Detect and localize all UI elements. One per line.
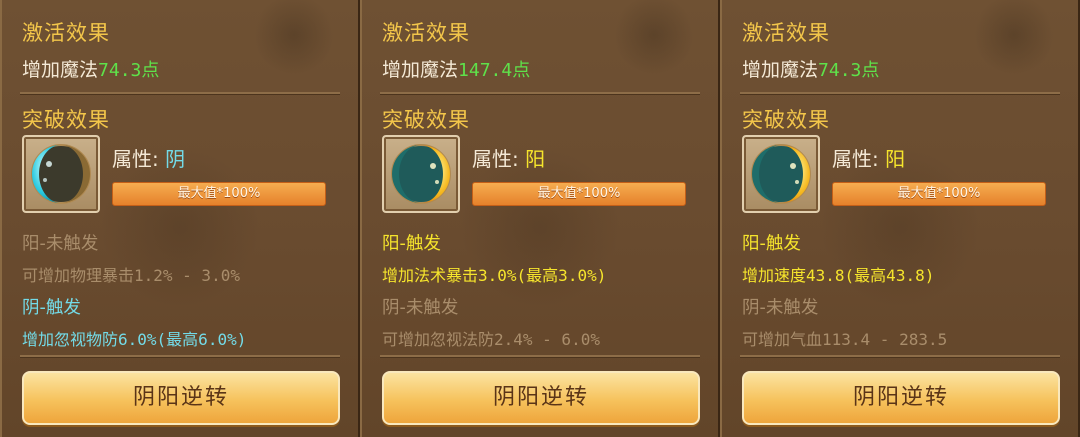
max-value-bar: 最大值*100% [832,182,1046,206]
effect-max-highlight: (最高3.0%) [516,266,607,285]
max-value-bar: 最大值*100% [472,182,686,206]
activation-value: 147.4点 [458,60,531,81]
yin-moon-icon [22,135,100,213]
attribute-line: 属性: 阴 [112,143,185,172]
effect-2-desc: 增加忽视物防6.0%(最高6.0%) [22,326,246,350]
effect-1-title: 阳-触发 [382,234,441,254]
activation-value: 74.3点 [98,60,160,81]
divider [20,355,340,358]
effect-desc-text: 可增加忽视法防2.4% - 6.0% [382,330,600,349]
effect-2-title: 阴-未触发 [382,298,459,318]
effect-panel-1: 激活效果 增加魔法74.3点 突破效果 属性: 阴 最大值*100% 阳-未触发… [0,0,360,437]
breakthrough-title: 突破效果 [382,108,470,132]
yang-moon-icon [742,135,820,213]
effect-max-highlight: (最高43.8) [844,266,935,285]
effect-2-title: 阴-触发 [22,298,81,318]
divider [740,355,1060,358]
activation-title: 激活效果 [382,21,470,45]
effect-panel-2: 激活效果 增加魔法147.4点 突破效果 属性: 阳 最大值*100% 阳-触发… [360,0,720,437]
yin-yang-reverse-button[interactable]: 阴阳逆转 [22,371,340,425]
attribute-line: 属性: 阳 [472,143,545,172]
activation-effect: 增加魔法74.3点 [22,55,159,82]
attribute-label: 属性: [112,147,166,171]
effect-desc-text: 增加忽视物防6.0% [22,330,157,349]
activation-effect: 增加魔法147.4点 [382,55,530,82]
breakthrough-title: 突破效果 [742,108,830,132]
activation-prefix: 增加魔法 [382,59,459,81]
divider [380,355,700,358]
effect-max-highlight: (最高6.0%) [156,330,247,349]
activation-prefix: 增加魔法 [742,59,819,81]
activation-value: 74.3点 [818,60,880,81]
breakthrough-title: 突破效果 [22,108,110,132]
attribute-value: 阳 [885,147,906,171]
attribute-value: 阴 [165,147,186,171]
attribute-label: 属性: [472,147,526,171]
activation-prefix: 增加魔法 [22,59,99,81]
effect-2-title: 阴-未触发 [742,298,819,318]
activation-effect: 增加魔法74.3点 [742,55,879,82]
effect-1-desc: 增加法术暴击3.0%(最高3.0%) [382,262,606,286]
yin-yang-reverse-button[interactable]: 阴阳逆转 [742,371,1060,425]
effect-1-title: 阳-未触发 [22,234,99,254]
equipment-effect-panels: 激活效果 增加魔法74.3点 突破效果 属性: 阴 最大值*100% 阳-未触发… [0,0,1080,437]
effect-2-desc: 可增加忽视法防2.4% - 6.0% [382,326,600,350]
attribute-value: 阳 [525,147,546,171]
max-value-bar: 最大值*100% [112,182,326,206]
effect-desc-text: 可增加气血113.4 - 283.5 [742,330,948,349]
yang-moon-icon [382,135,460,213]
activation-title: 激活效果 [22,21,110,45]
divider [740,92,1060,95]
divider [380,92,700,95]
effect-panel-3: 激活效果 增加魔法74.3点 突破效果 属性: 阳 最大值*100% 阳-触发 … [720,0,1080,437]
effect-desc-text: 可增加物理暴击1.2% - 3.0% [22,266,240,285]
effect-desc-text: 增加法术暴击3.0% [382,266,517,285]
activation-title: 激活效果 [742,21,830,45]
effect-1-title: 阳-触发 [742,234,801,254]
attribute-line: 属性: 阳 [832,143,905,172]
attribute-label: 属性: [832,147,886,171]
effect-1-desc: 可增加物理暴击1.2% - 3.0% [22,262,240,286]
effect-1-desc: 增加速度43.8(最高43.8) [742,262,934,286]
effect-2-desc: 可增加气血113.4 - 283.5 [742,326,947,350]
yin-yang-reverse-button[interactable]: 阴阳逆转 [382,371,700,425]
effect-desc-text: 增加速度43.8 [742,266,845,285]
divider [20,92,340,95]
